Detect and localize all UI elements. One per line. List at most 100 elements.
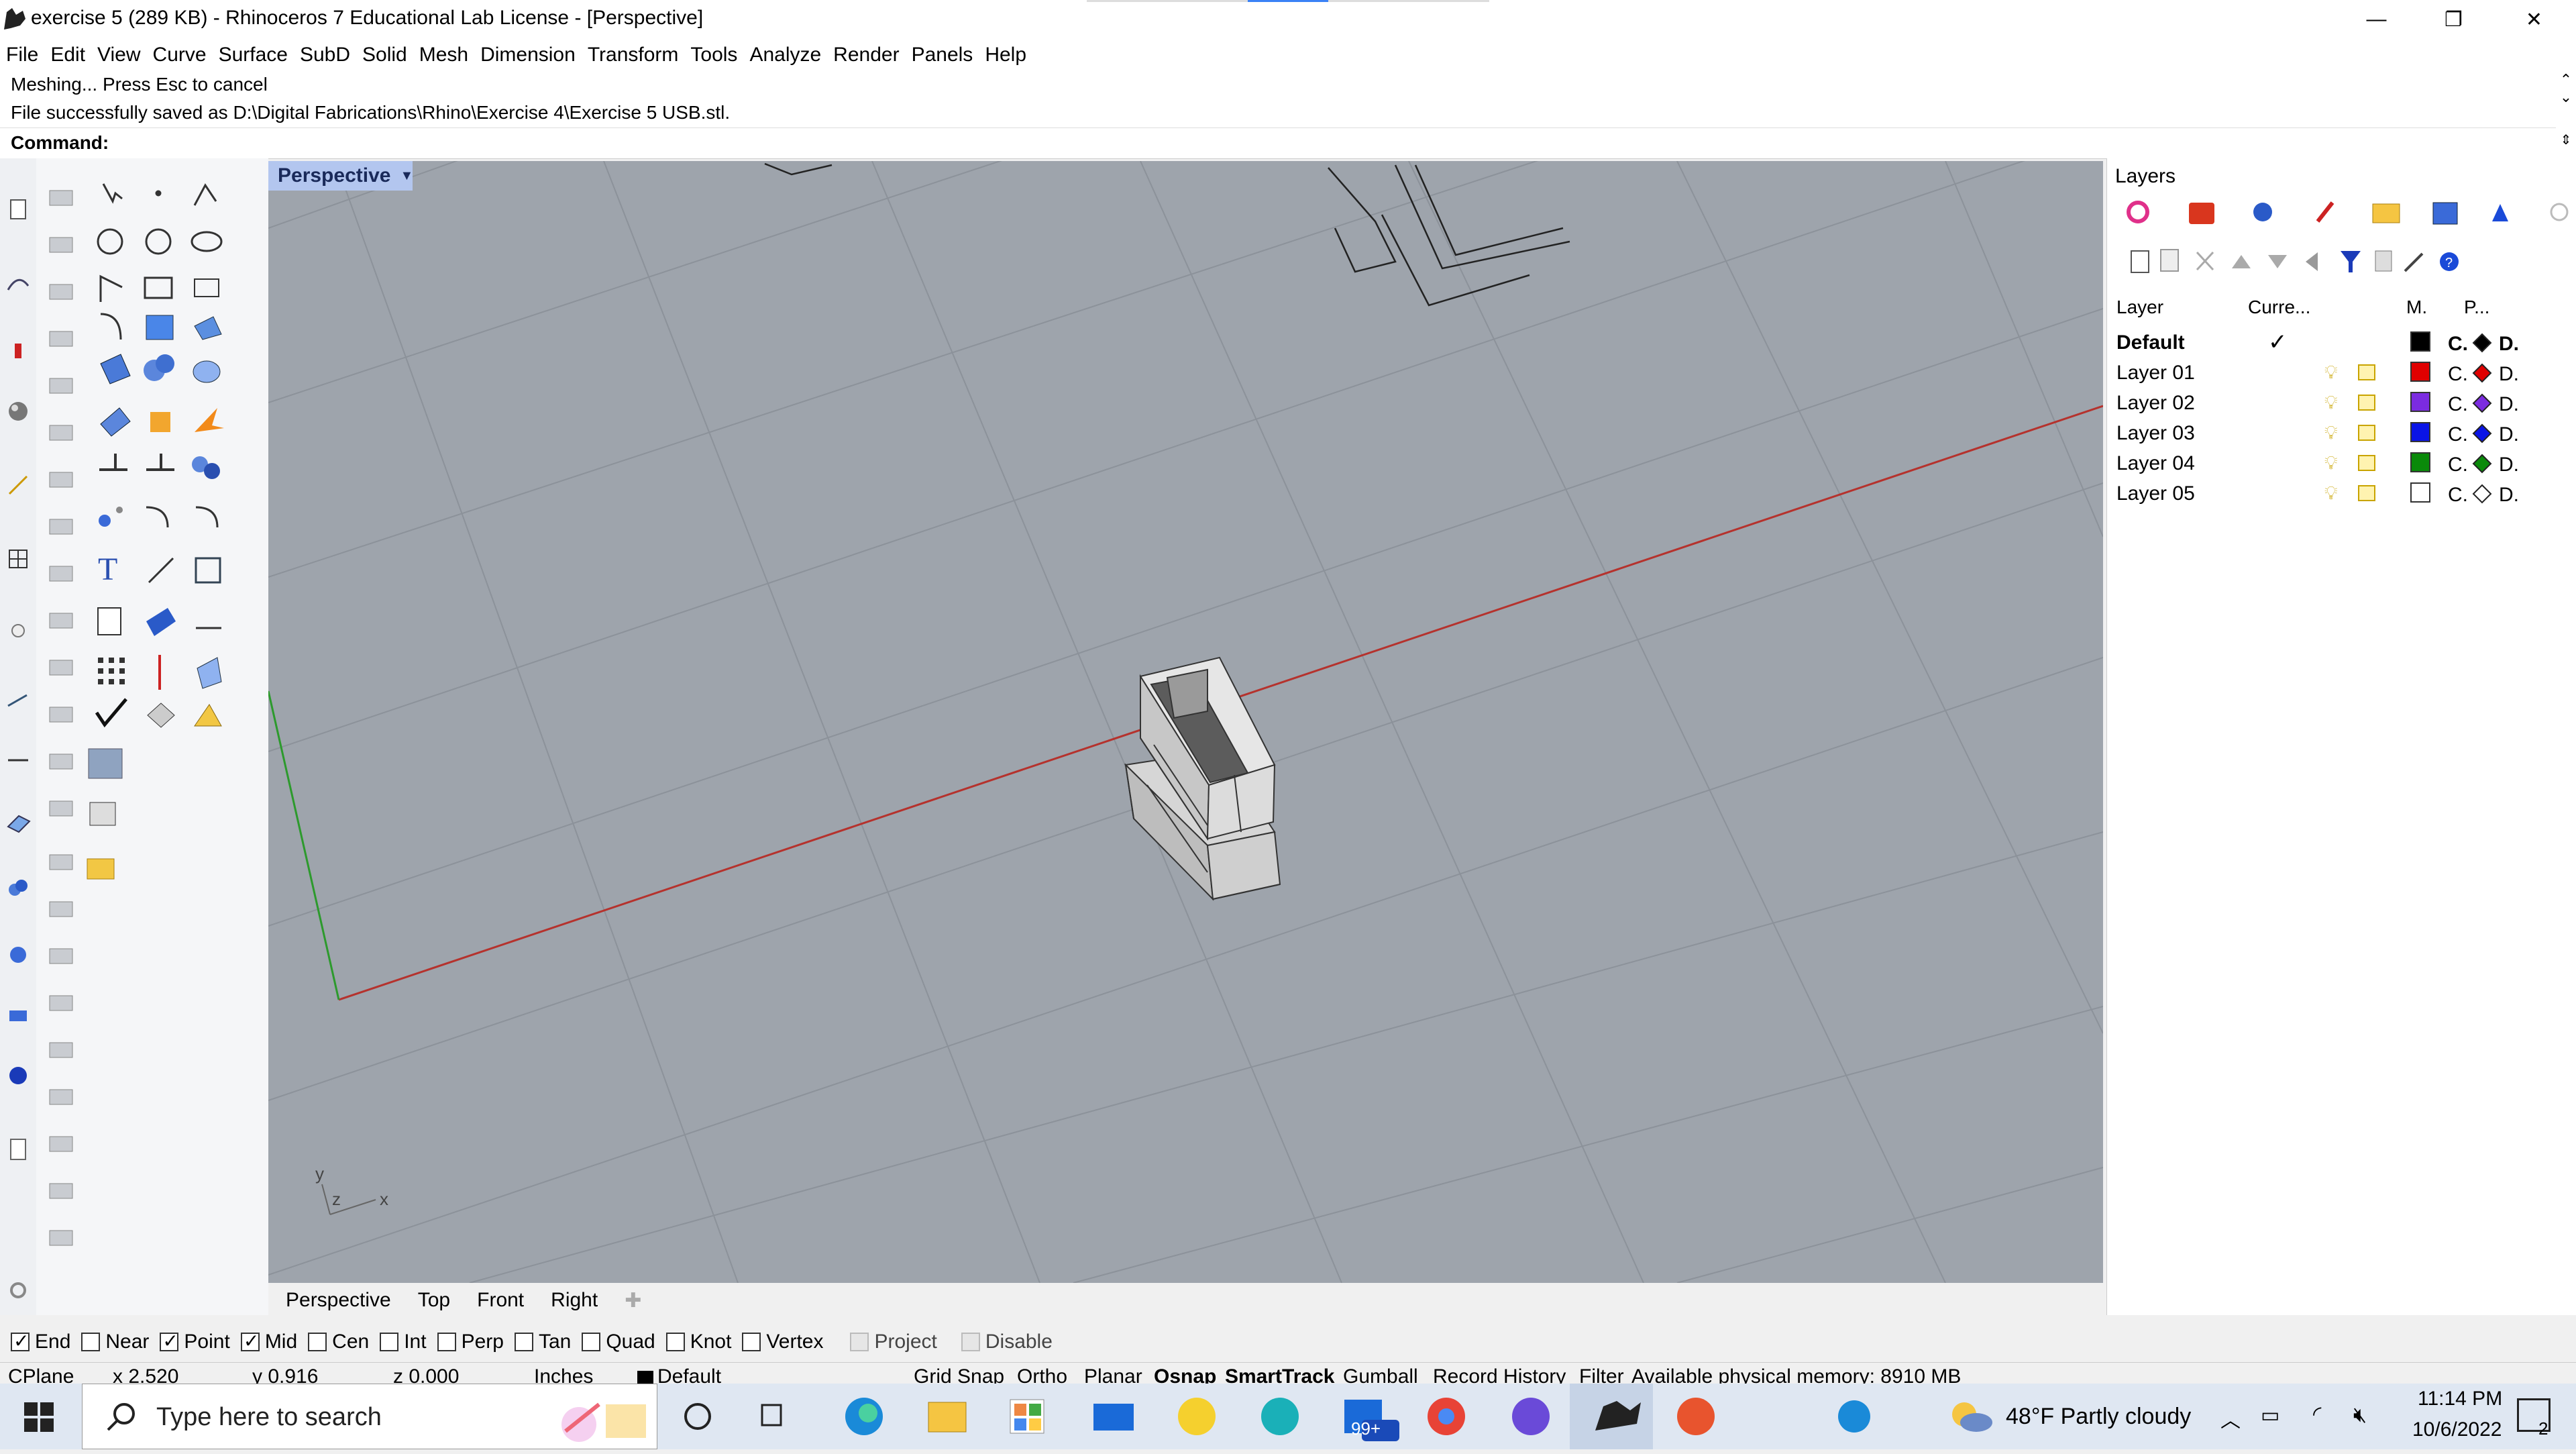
osnap-cen[interactable]: Cen <box>308 1331 369 1353</box>
osnap-near[interactable]: Near <box>81 1331 149 1353</box>
col-header-material[interactable]: M. <box>2406 297 2427 318</box>
menu-panels[interactable]: Panels <box>906 44 979 66</box>
osnap-tan[interactable]: Tan <box>514 1331 571 1353</box>
solid-tool-icon[interactable] <box>0 870 36 906</box>
chevron-down-icon[interactable]: ⌄ <box>2556 89 2576 106</box>
tab-top[interactable]: Top <box>405 1289 464 1312</box>
osnap-checkbox[interactable] <box>665 1333 685 1351</box>
tab-front[interactable]: Front <box>464 1289 537 1312</box>
osnap-checkbox[interactable] <box>850 1333 869 1351</box>
mesh-tool-icon[interactable] <box>0 937 36 973</box>
layer-name[interactable]: Layer 01 <box>2116 362 2195 384</box>
command-scroll-icon[interactable]: ⇕ <box>2556 132 2576 156</box>
layer-linetype[interactable]: C. <box>2448 423 2468 446</box>
layer-print-width[interactable]: D. <box>2499 393 2519 416</box>
menu-surface[interactable]: Surface <box>213 44 294 66</box>
osnap-checkbox[interactable] <box>308 1333 327 1351</box>
osnap-checkbox[interactable] <box>514 1333 533 1351</box>
add-tab-icon[interactable]: ✚ <box>611 1289 655 1312</box>
layer-print-width[interactable]: D. <box>2499 484 2519 507</box>
viewport-title-tab[interactable]: Perspective ▼ <box>268 161 413 191</box>
unlock-icon[interactable] <box>2358 485 2375 501</box>
close-button[interactable]: ✕ <box>2496 0 2573 39</box>
menu-view[interactable]: View <box>91 44 146 66</box>
current-layer-check[interactable]: ✓ <box>2268 329 2288 356</box>
osnap-checkbox[interactable] <box>582 1333 601 1351</box>
col-header-current[interactable]: Curre... <box>2248 297 2310 318</box>
osnap-checkbox[interactable] <box>160 1330 179 1352</box>
menu-help[interactable]: Help <box>979 44 1032 66</box>
layer-color-swatch[interactable] <box>2410 392 2430 412</box>
menu-solid[interactable]: Solid <box>356 44 413 66</box>
light-bulb-icon[interactable]: 💡︎ <box>2324 422 2338 444</box>
document-icon[interactable] <box>0 1131 36 1167</box>
osnap-checkbox[interactable] <box>11 1330 30 1352</box>
unlock-icon[interactable] <box>2358 455 2375 471</box>
layer-linetype[interactable]: C. <box>2448 484 2468 507</box>
menu-render[interactable]: Render <box>827 44 905 66</box>
osnap-checkbox[interactable] <box>380 1333 399 1351</box>
unlock-icon[interactable] <box>2358 395 2375 411</box>
col-header-print[interactable]: P... <box>2464 297 2489 318</box>
menu-subd[interactable]: SubD <box>294 44 356 66</box>
layer-linetype[interactable]: C. <box>2448 454 2468 476</box>
command-history-scrollbar[interactable]: ⌃ ⌄ <box>2556 71 2576 125</box>
layer-linetype[interactable]: C. <box>2448 393 2468 416</box>
layer-linetype[interactable]: C. <box>2448 363 2468 386</box>
layer-name[interactable]: Layer 02 <box>2116 392 2195 415</box>
layer-name[interactable]: Default <box>2116 331 2185 354</box>
layer-color-swatch[interactable] <box>2410 482 2430 503</box>
light-bulb-icon[interactable]: 💡︎ <box>2324 482 2338 505</box>
osnap-int[interactable]: Int <box>380 1331 427 1353</box>
print-color-icon[interactable] <box>2472 454 2492 479</box>
render-sphere-icon[interactable] <box>0 1057 36 1094</box>
menu-curve[interactable]: Curve <box>147 44 213 66</box>
restore-button[interactable]: ❐ <box>2415 0 2492 39</box>
dimension-icon[interactable] <box>0 682 36 718</box>
layer-color-swatch[interactable] <box>2410 452 2430 472</box>
transform-tools-icon[interactable] <box>0 467 36 503</box>
menu-mesh[interactable]: Mesh <box>413 44 474 66</box>
layer-color-swatch[interactable] <box>2410 362 2430 382</box>
new-file-icon[interactable] <box>0 192 36 228</box>
layer-name[interactable]: Layer 04 <box>2116 452 2195 475</box>
osnap-point[interactable]: Point <box>160 1330 230 1353</box>
grid-layout-icon[interactable] <box>0 541 36 577</box>
osnap-quad[interactable]: Quad <box>582 1331 655 1353</box>
windows-start-icon[interactable] <box>24 1402 54 1437</box>
menu-transform[interactable]: Transform <box>582 44 685 66</box>
unlock-icon[interactable] <box>2358 425 2375 441</box>
osnap-disable[interactable]: Disable <box>961 1331 1053 1353</box>
light-bulb-icon[interactable]: 💡︎ <box>2324 362 2338 384</box>
layer-print-width[interactable]: D. <box>2499 423 2519 446</box>
print-color-icon[interactable] <box>2472 484 2492 509</box>
layer-row[interactable]: Layer 05 💡︎ C. D. <box>2116 480 2563 510</box>
col-header-layer[interactable]: Layer <box>2116 297 2163 318</box>
print-color-icon[interactable] <box>2472 333 2492 358</box>
unlock-icon[interactable] <box>2358 364 2375 380</box>
print-color-icon[interactable] <box>2472 423 2492 449</box>
layer-color-swatch[interactable] <box>2410 422 2430 442</box>
gear-icon[interactable] <box>0 1272 36 1308</box>
layer-name[interactable]: Layer 05 <box>2116 482 2195 505</box>
osnap-knot[interactable]: Knot <box>665 1331 731 1353</box>
line-tool-icon[interactable] <box>0 742 36 778</box>
chevron-up-icon[interactable]: ⌃ <box>2556 71 2576 89</box>
rhino-logo-icon[interactable] <box>3 5 27 32</box>
layer-print-width[interactable]: D. <box>2499 363 2519 386</box>
osnap-vertex[interactable]: Vertex <box>742 1331 823 1353</box>
light-bulb-icon[interactable] <box>0 615 36 651</box>
weather-status[interactable]: 48°F Partly cloudy <box>2006 1404 2191 1430</box>
perspective-viewport[interactable]: y z x <box>268 161 2103 1283</box>
battery-icon[interactable]: ▭ <box>2261 1404 2279 1427</box>
osnap-end[interactable]: End <box>11 1330 70 1353</box>
menu-edit[interactable]: Edit <box>44 44 91 66</box>
layer-row[interactable]: Layer 01 💡︎ C. D. <box>2116 359 2563 389</box>
taskbar-search-box[interactable]: Type here to search <box>82 1384 657 1449</box>
print-color-icon[interactable] <box>2472 363 2492 388</box>
menu-analyze[interactable]: Analyze <box>743 44 827 66</box>
tab-perspective[interactable]: Perspective <box>272 1289 405 1312</box>
minimize-button[interactable]: — <box>2338 0 2415 39</box>
layer-name[interactable]: Layer 03 <box>2116 422 2195 445</box>
layer-row[interactable]: Layer 02 💡︎ C. D. <box>2116 389 2563 419</box>
